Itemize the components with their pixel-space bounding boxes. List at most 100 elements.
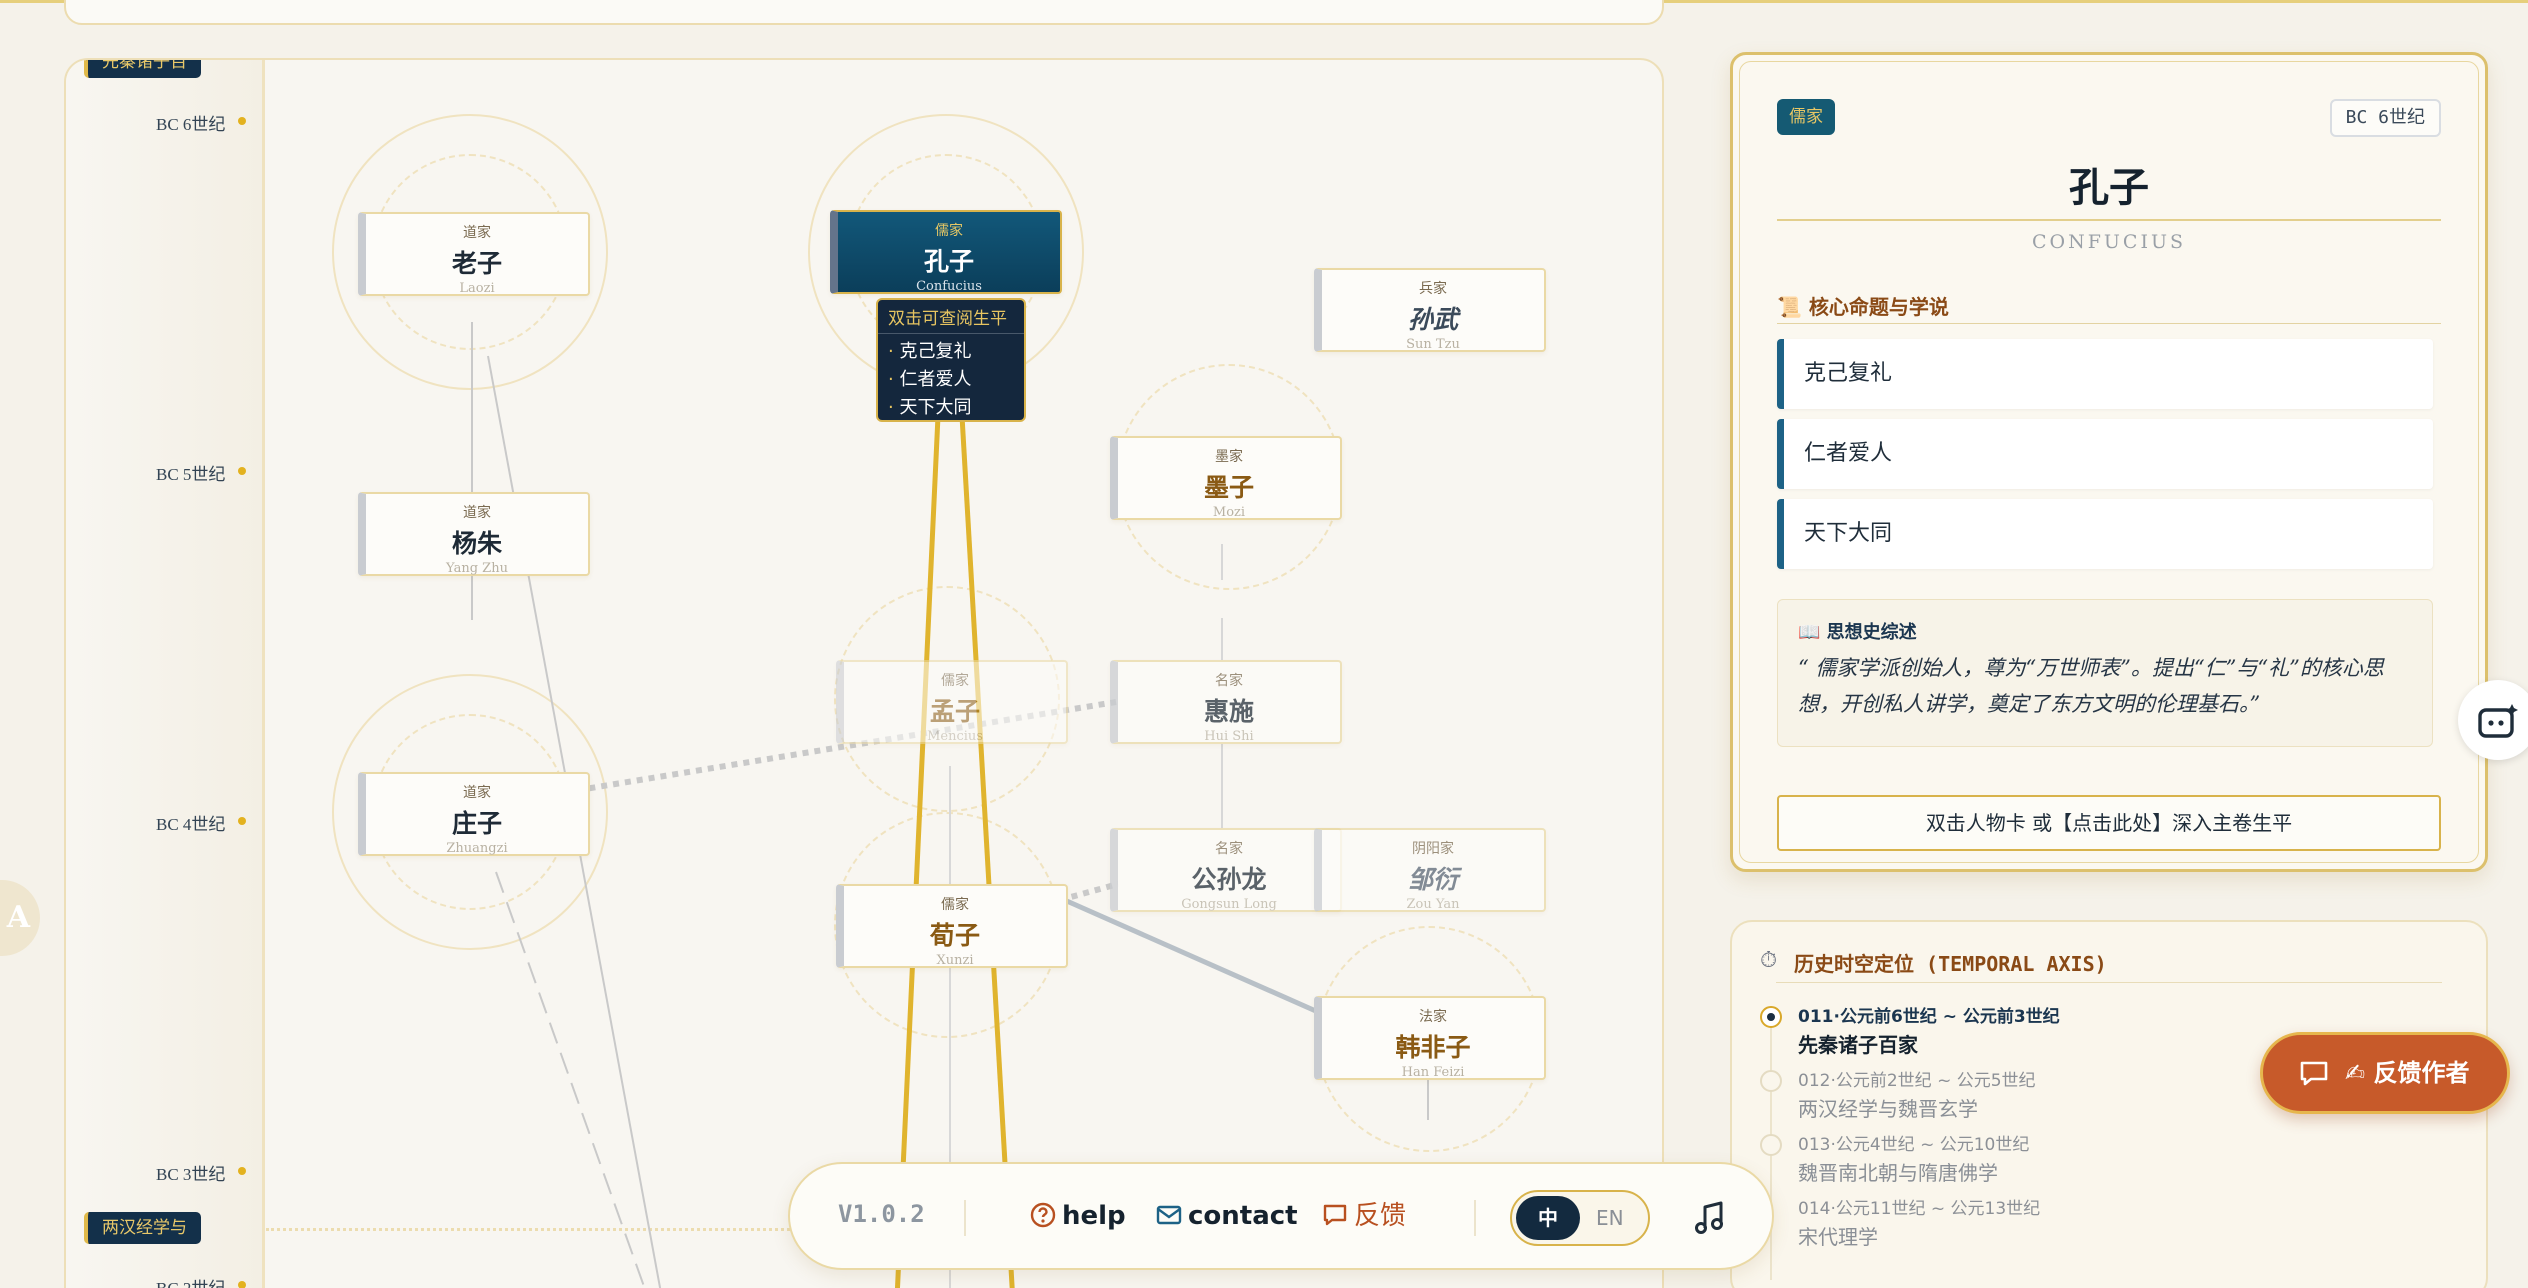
clock-icon: ⏱ xyxy=(1760,948,1778,973)
card-yangzhu[interactable]: 道家 杨朱 Yang Zhu xyxy=(358,492,590,576)
bottom-toolbar: V1.0.2 help contact 反馈 中 EN xyxy=(788,1162,1774,1270)
tooltip-list: 克己复礼 仁者爱人 天下大同 xyxy=(878,334,1024,426)
card-laozi[interactable]: 道家 老子 Laozi xyxy=(358,212,590,296)
card-name: 墨子 xyxy=(1203,473,1254,502)
card-school: 名家 xyxy=(1215,673,1243,689)
contact-label: contact xyxy=(1188,1201,1298,1231)
lang-zh-option[interactable]: 中 xyxy=(1516,1196,1580,1240)
title-divider xyxy=(1777,219,2441,221)
link-confucius-lineage-right xyxy=(959,415,1015,1288)
timeline-dot xyxy=(1760,1070,1782,1092)
card-name: 孙武 xyxy=(1407,305,1458,334)
tooltip-title: 双击可查阅生平 xyxy=(878,300,1024,334)
card-name: 惠施 xyxy=(1203,697,1254,726)
card-school: 道家 xyxy=(463,785,491,801)
translate-button[interactable]: A xyxy=(0,880,40,956)
lang-en-option[interactable]: EN xyxy=(1596,1196,1624,1240)
card-english-name: Zou Yan xyxy=(1406,897,1460,912)
tooltip-item: 仁者爱人 xyxy=(888,366,1014,394)
card-english-name: Mozi xyxy=(1212,505,1246,520)
tooltip-item: 克己复礼 xyxy=(888,338,1014,366)
card-school: 道家 xyxy=(463,505,491,521)
card-sunwu[interactable]: 兵家 孙武 Sun Tzu xyxy=(1314,268,1546,352)
card-hanfeizi[interactable]: 法家 韩非子 Han Feizi xyxy=(1314,996,1546,1080)
card-name: 公孙龙 xyxy=(1191,865,1267,894)
timeline-range: 014·公元11世纪 ~ 公元13世纪 xyxy=(1798,1199,2041,1219)
doctrines-section-title: 📜 核心命题与学说 xyxy=(1777,295,1949,319)
card-huishi[interactable]: 名家 惠施 Hui Shi xyxy=(1110,660,1342,744)
card-school: 儒家 xyxy=(941,897,969,913)
timeline-range: 013·公元4世纪 ~ 公元10世纪 xyxy=(1798,1135,2030,1155)
card-school: 兵家 xyxy=(1419,281,1447,297)
card-school: 儒家 xyxy=(941,673,969,689)
card-school: 道家 xyxy=(463,225,491,241)
translate-icon: A xyxy=(6,900,30,935)
card-zouyan[interactable]: 阴阳家 邹衍 Zou Yan xyxy=(1314,828,1546,912)
music-icon[interactable] xyxy=(1690,1198,1730,1238)
timeline-label: 先秦诸子百家 xyxy=(1798,1033,1918,1057)
help-icon xyxy=(1030,1202,1056,1228)
timeline-dot-current xyxy=(1760,1006,1782,1028)
card-english-name: Gongsun Long xyxy=(1181,897,1277,912)
toolbar-separator xyxy=(964,1200,966,1236)
timeline-item[interactable]: 014·公元11世纪 ~ 公元13世纪 宋代理学 xyxy=(1798,1194,2040,1250)
card-mencius[interactable]: 儒家 孟子 Mencius xyxy=(836,660,1068,744)
philosopher-detail-panel: 儒家 BC 6世纪 孔子 CONFUCIUS 📜 核心命题与学说 克己复礼 仁者… xyxy=(1730,52,2488,872)
card-mozi[interactable]: 墨家 墨子 Mozi xyxy=(1110,436,1342,520)
card-school: 儒家 xyxy=(935,223,963,239)
card-english-name: Laozi xyxy=(459,281,495,296)
card-name: 孟子 xyxy=(929,697,980,726)
timeline-label: 魏晋南北朝与隋唐佛学 xyxy=(1798,1161,1998,1185)
school-tag: 儒家 xyxy=(1777,99,1835,135)
top-header-bar xyxy=(64,0,1664,25)
feedback-author-label: ✍ 反馈作者 xyxy=(2345,1059,2470,1087)
card-school: 名家 xyxy=(1215,841,1243,857)
card-name: 韩非子 xyxy=(1395,1033,1471,1062)
timeline-label: 宋代理学 xyxy=(1798,1225,1878,1249)
card-english-name: Confucius xyxy=(916,279,982,294)
card-name: 孔子 xyxy=(923,247,974,276)
help-link[interactable]: help xyxy=(1030,1196,1126,1236)
card-zhuangzi[interactable]: 道家 庄子 Zhuangzi xyxy=(358,772,590,856)
summary-text: “ 儒家学派创始人，尊为“万世师表”。提出“仁”与“礼”的核心思想，开创私人讲学… xyxy=(1798,656,2384,716)
feedback-author-button[interactable]: ✍ 反馈作者 xyxy=(2260,1032,2510,1114)
timeline-item[interactable]: 012·公元前2世纪 ~ 公元5世纪 两汉经学与魏晋玄学 xyxy=(1798,1066,2036,1122)
timeline-range: 012·公元前2世纪 ~ 公元5世纪 xyxy=(1798,1071,2036,1091)
card-school: 法家 xyxy=(1419,1009,1447,1025)
philosopher-map-canvas[interactable]: 先秦诸子百 两汉经学与 BC 6世纪 BC 5世纪 BC 4世纪 BC 3世纪 … xyxy=(64,58,1664,1288)
summary-title: 📖 思想史综述 xyxy=(1798,622,1917,643)
doctrine-item: 克己复礼 xyxy=(1777,339,2433,409)
card-english-name: Hui Shi xyxy=(1204,729,1254,744)
card-gongsunlong[interactable]: 名家 公孙龙 Gongsun Long xyxy=(1110,828,1342,912)
chat-icon xyxy=(2300,1061,2328,1086)
philosopher-english-name: CONFUCIUS xyxy=(2031,231,2186,253)
card-name: 老子 xyxy=(451,249,502,278)
language-toggle[interactable]: 中 EN xyxy=(1510,1190,1650,1246)
feedback-link[interactable]: 反馈 xyxy=(1322,1196,1406,1236)
timeline-dot xyxy=(1760,1134,1782,1156)
card-name: 庄子 xyxy=(451,809,502,838)
card-english-name: Zhuangzi xyxy=(446,841,508,856)
hover-tooltip: 双击可查阅生平 克己复礼 仁者爱人 天下大同 xyxy=(876,298,1026,422)
timeline-item[interactable]: 013·公元4世纪 ~ 公元10世纪 魏晋南北朝与隋唐佛学 xyxy=(1798,1130,2029,1186)
section-divider xyxy=(1777,323,2441,324)
contact-link[interactable]: contact xyxy=(1156,1196,1298,1236)
era-label: BC 6世纪 xyxy=(2329,99,2441,137)
link-zhuangzi-descendant xyxy=(495,871,646,1288)
doctrine-item: 天下大同 xyxy=(1777,499,2433,569)
summary-box: 📖 思想史综述 “ 儒家学派创始人，尊为“万世师表”。提出“仁”与“礼”的核心思… xyxy=(1777,599,2433,747)
timeline-item[interactable]: 011·公元前6世纪 ~ 公元前3世纪 先秦诸子百家 xyxy=(1798,1002,2060,1058)
card-english-name: Sun Tzu xyxy=(1406,337,1460,352)
card-english-name: Han Feizi xyxy=(1401,1065,1465,1080)
card-xunzi[interactable]: 儒家 荀子 Xunzi xyxy=(836,884,1068,968)
philosopher-name: 孔子 xyxy=(2069,165,2149,211)
help-label: help xyxy=(1062,1201,1126,1231)
card-name: 荀子 xyxy=(929,921,980,950)
ai-assistant-button[interactable] xyxy=(2458,680,2528,760)
mail-icon xyxy=(1156,1205,1182,1225)
robot-icon xyxy=(2478,704,2518,738)
card-school: 墨家 xyxy=(1215,449,1243,465)
view-biography-button[interactable]: 双击人物卡 或【点击此处】深入主卷生平 xyxy=(1777,795,2441,851)
card-confucius[interactable]: 儒家 孔子 Confucius xyxy=(830,210,1062,294)
doctrine-item: 仁者爱人 xyxy=(1777,419,2433,489)
